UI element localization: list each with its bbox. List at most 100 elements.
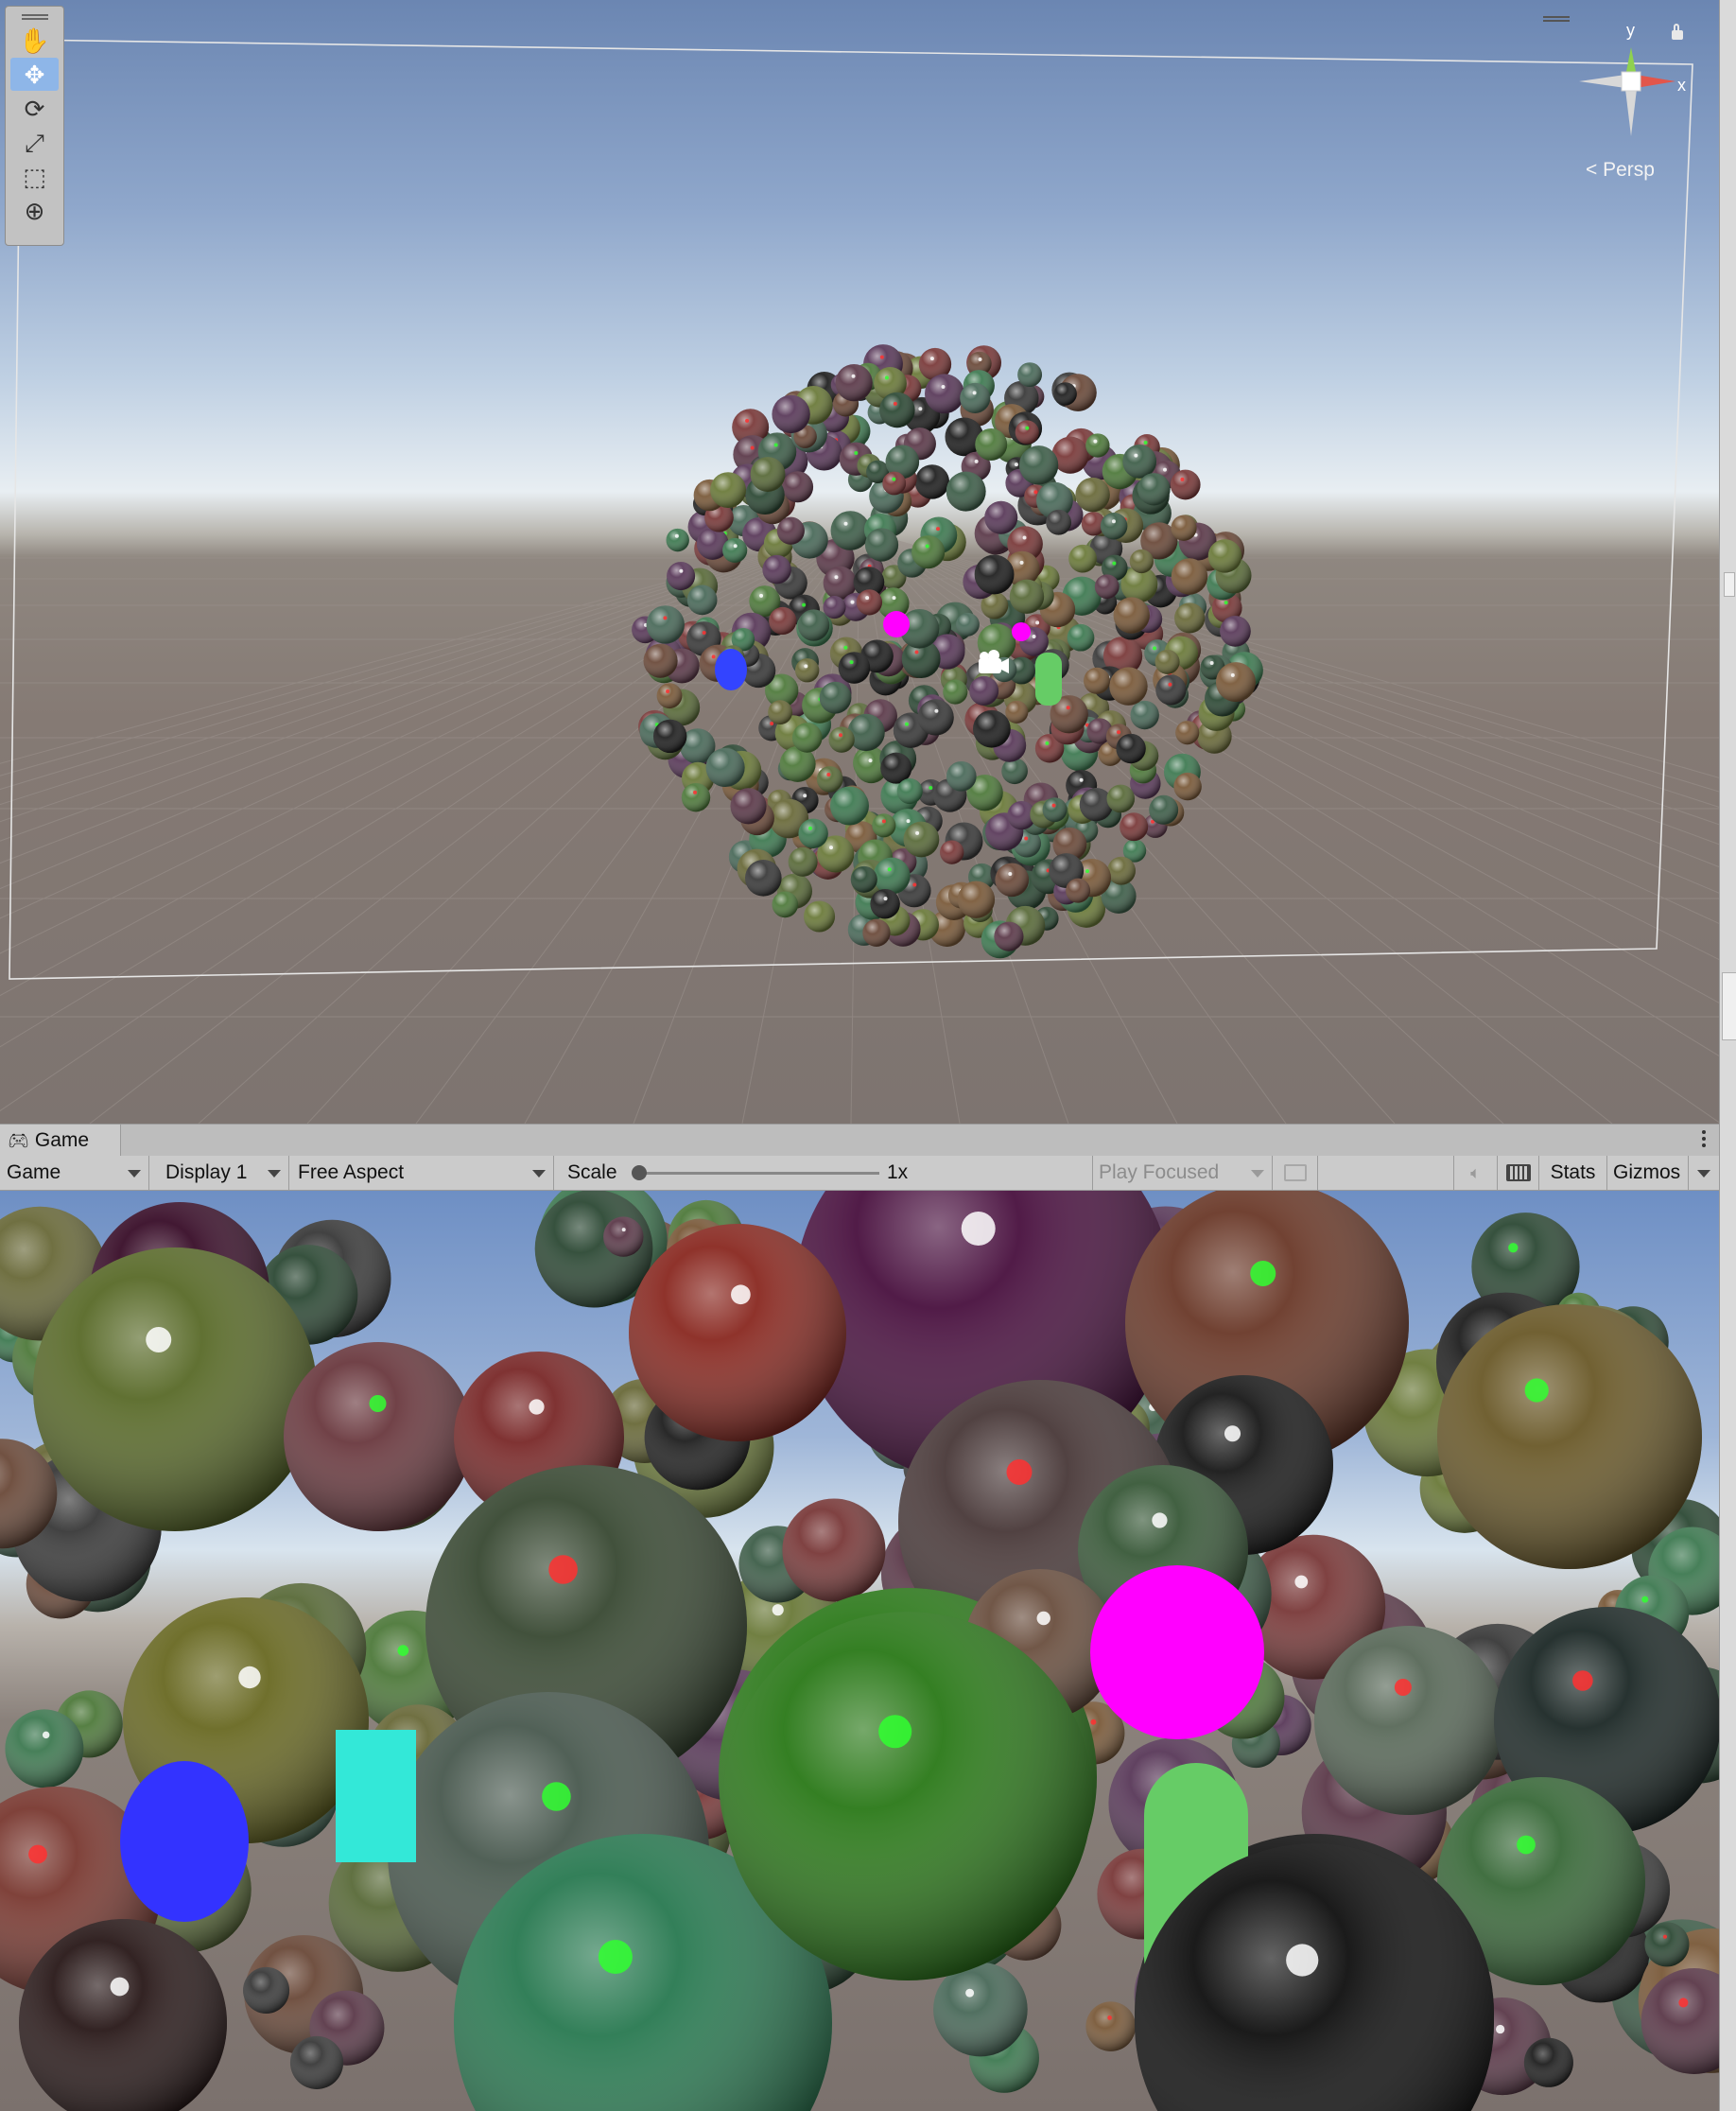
sphere-shading bbox=[984, 500, 1018, 534]
specular-highlight bbox=[1524, 1378, 1549, 1403]
transform-tool-icon[interactable]: ⊕ bbox=[10, 194, 59, 227]
specular-highlight bbox=[883, 897, 888, 901]
sphere-shading bbox=[1130, 700, 1159, 730]
sphere-shading bbox=[972, 709, 1011, 748]
gizmos-label: Gizmos bbox=[1613, 1161, 1681, 1183]
sphere-shading bbox=[667, 562, 696, 591]
sphere-shading bbox=[1107, 856, 1136, 885]
scrollbar-thumb-lower[interactable] bbox=[1722, 972, 1736, 1040]
sphere-shading bbox=[946, 760, 977, 792]
game-render[interactable] bbox=[0, 1191, 1719, 2111]
specular-highlight bbox=[934, 708, 939, 713]
rect-tool-icon[interactable]: ⬚ bbox=[10, 160, 59, 193]
scale-tool-icon[interactable]: ⤢ bbox=[10, 126, 59, 159]
sphere-shading bbox=[847, 713, 885, 752]
sphere-shading bbox=[794, 658, 820, 683]
specular-highlight bbox=[807, 826, 812, 830]
scene-viewport[interactable] bbox=[0, 0, 1719, 1124]
specular-highlight bbox=[1035, 620, 1040, 625]
sphere-shading bbox=[762, 554, 791, 584]
specular-highlight bbox=[1209, 661, 1214, 666]
sphere-shading bbox=[830, 511, 871, 550]
display-dropdown[interactable]: Display 1 bbox=[149, 1156, 289, 1190]
chevron-down-icon bbox=[268, 1170, 281, 1178]
projection-label[interactable]: < Persp bbox=[1586, 159, 1655, 182]
specular-highlight bbox=[918, 407, 923, 411]
sphere-shading bbox=[1116, 733, 1146, 764]
specular-highlight bbox=[1143, 440, 1148, 445]
hand-tool-icon[interactable]: ✋ bbox=[10, 24, 59, 57]
sphere-shading bbox=[1068, 544, 1097, 573]
play-mode-dropdown[interactable]: Play Focused bbox=[1093, 1156, 1273, 1190]
scrollbar-thumb[interactable] bbox=[1724, 572, 1735, 597]
game-view[interactable] bbox=[0, 1191, 1719, 2111]
specular-highlight bbox=[1090, 1718, 1097, 1725]
sphere-shading bbox=[289, 2035, 344, 2089]
move-tool-icon[interactable]: ✥ bbox=[10, 58, 59, 91]
sphere-shading bbox=[1149, 794, 1179, 825]
sphere-shading bbox=[1083, 667, 1110, 694]
rotate-tool-icon[interactable]: ⟳ bbox=[10, 92, 59, 125]
specular-highlight bbox=[925, 544, 929, 549]
palette-grip[interactable] bbox=[21, 14, 48, 20]
sphere-shading bbox=[995, 863, 1030, 898]
specular-highlight bbox=[238, 1666, 261, 1689]
scale-slider-track[interactable] bbox=[635, 1172, 879, 1175]
specular-highlight bbox=[1152, 1512, 1168, 1528]
sphere-shading bbox=[1220, 616, 1251, 647]
specular-highlight bbox=[674, 533, 679, 538]
sphere-shading bbox=[798, 818, 828, 849]
stats-label: Stats bbox=[1550, 1161, 1596, 1183]
game-toolbar: Game Display 1 Free Aspect Scale 1x Play… bbox=[0, 1156, 1719, 1191]
sphere-shading bbox=[882, 471, 907, 496]
chevron-down-icon bbox=[1697, 1170, 1710, 1178]
sphere-shading bbox=[838, 652, 871, 684]
specular-highlight bbox=[965, 1988, 975, 1998]
side-scrollbar[interactable] bbox=[1719, 0, 1736, 2111]
sphere-shading bbox=[903, 821, 940, 858]
sphere-shading bbox=[750, 457, 786, 492]
scene-overlay-menu-grip[interactable] bbox=[1543, 16, 1570, 22]
specular-highlight bbox=[851, 374, 856, 378]
more-options-icon[interactable] bbox=[1702, 1130, 1706, 1150]
sphere-shading bbox=[1079, 787, 1113, 822]
specular-highlight bbox=[854, 451, 859, 456]
gizmo-x-label: x bbox=[1677, 76, 1686, 95]
specular-highlight bbox=[1093, 439, 1098, 444]
sphere-shading bbox=[1314, 1626, 1503, 1815]
gizmos-dropdown[interactable] bbox=[1689, 1156, 1719, 1190]
specular-highlight bbox=[1022, 535, 1027, 540]
stats-button[interactable]: Stats bbox=[1539, 1156, 1607, 1190]
mode-dropdown[interactable]: Game bbox=[0, 1156, 149, 1190]
aspect-dropdown-label: Free Aspect bbox=[298, 1161, 405, 1183]
sphere-shading bbox=[745, 860, 782, 897]
specular-highlight bbox=[1111, 519, 1116, 524]
specular-highlight bbox=[887, 867, 892, 872]
sphere-shading bbox=[872, 813, 896, 838]
specular-highlight bbox=[1678, 1998, 1689, 2008]
specular-highlight bbox=[879, 355, 884, 359]
specular-highlight bbox=[1641, 1596, 1649, 1603]
blue-object bbox=[120, 1761, 249, 1922]
sphere-shading bbox=[1067, 623, 1095, 652]
specular-highlight bbox=[868, 759, 873, 763]
specular-highlight bbox=[1006, 1459, 1033, 1485]
specular-highlight bbox=[1162, 467, 1167, 472]
shortcuts-button[interactable] bbox=[1498, 1156, 1539, 1190]
tab-game[interactable]: 🎮︎ Game bbox=[0, 1125, 121, 1157]
sphere-shading bbox=[873, 857, 911, 895]
scene-view[interactable]: ✋ ✥ ⟳ ⤢ ⬚ ⊕ y x < Persp bbox=[0, 0, 1719, 1124]
sphere-shading bbox=[772, 891, 799, 918]
sphere-shading bbox=[666, 528, 689, 552]
mute-audio-button[interactable]: 🔈︎ bbox=[1454, 1156, 1498, 1190]
gizmos-button[interactable]: Gizmos bbox=[1607, 1156, 1689, 1190]
specular-highlight bbox=[1662, 1934, 1668, 1939]
sphere-shading bbox=[681, 782, 711, 812]
orientation-gizmo[interactable]: y x bbox=[1570, 19, 1693, 142]
sphere-shading bbox=[1017, 362, 1043, 388]
scale-slider-handle[interactable] bbox=[632, 1165, 647, 1180]
frame-debug-button[interactable] bbox=[1273, 1156, 1318, 1190]
sphere-shading bbox=[629, 1224, 846, 1441]
aspect-dropdown[interactable]: Free Aspect bbox=[289, 1156, 554, 1190]
sphere-shading bbox=[1137, 473, 1171, 506]
